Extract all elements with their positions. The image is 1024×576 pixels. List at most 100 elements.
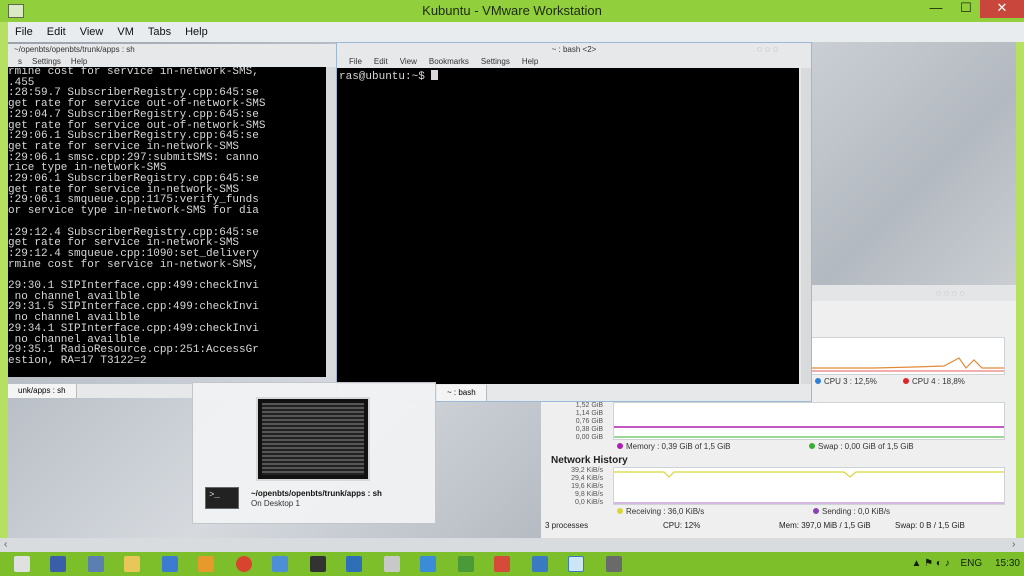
scroll-left-icon[interactable]: ‹: [4, 538, 7, 552]
terminal-line: or service type in-network-SMS for dia: [8, 205, 259, 218]
scroll-right-icon[interactable]: ›: [1012, 538, 1015, 552]
menu-help[interactable]: Help: [522, 57, 538, 66]
menu-settings[interactable]: Settings: [32, 57, 61, 66]
guest-desktop[interactable]: ◌ ◌ ◌ ◌ CPU 3 : 12,5% CPU 4 : 18,8% 1,52…: [8, 42, 1016, 538]
vmware-taskbar-icon[interactable]: [568, 556, 584, 572]
terminal-bash-window-buttons[interactable]: ◌ ◌ ◌: [757, 44, 778, 54]
terminal-line: rmine cost for service in-network-SMS,: [8, 258, 259, 271]
memory-graph: [613, 402, 1005, 440]
menu-tabs[interactable]: Tabs: [141, 22, 178, 42]
close-button[interactable]: ✕: [980, 0, 1024, 18]
tray-icons[interactable]: ▲ ⚑ ◐ ♪: [911, 558, 949, 569]
app-icon[interactable]: [310, 556, 326, 572]
clock[interactable]: 15:30: [995, 558, 1020, 569]
text-cursor: [431, 70, 439, 80]
window-thumbnail[interactable]: [256, 397, 370, 481]
terminal-openbts-title: ~/openbts/openbts/trunk/apps : sh: [8, 44, 336, 56]
app-icon[interactable]: [494, 556, 510, 572]
vmware-app-icon: [8, 4, 24, 18]
vmware-title: Kubuntu - VMware Workstation: [0, 0, 1024, 22]
mem-tick-3: 0,76 GiB: [575, 418, 603, 425]
receiving-label: Receiving : 36,0 KiB/s: [626, 507, 705, 516]
app-icon[interactable]: [532, 556, 548, 572]
folder-icon[interactable]: [124, 556, 140, 572]
receiving-swatch: [617, 508, 623, 514]
menu-help[interactable]: Help: [178, 22, 215, 42]
network-graph-lines: [614, 471, 1004, 504]
app-icon[interactable]: [272, 556, 288, 572]
app-icon[interactable]: [346, 556, 362, 572]
start-icon[interactable]: [14, 556, 30, 572]
menu-vm[interactable]: VM: [110, 22, 141, 42]
terminal-bash-title: ~ : bash <2>: [337, 43, 811, 56]
app-icon[interactable]: [50, 556, 66, 572]
receiving-legend: Receiving : 36,0 KiB/s: [617, 507, 704, 516]
net-tick-1: 39,2 KiB/s: [571, 467, 603, 474]
vmware-horizontal-scrollbar[interactable]: ‹ ›: [0, 538, 1024, 552]
menu-edit[interactable]: Edit: [40, 22, 73, 42]
app-icon[interactable]: [198, 556, 214, 572]
menu-item[interactable]: s: [18, 57, 22, 66]
menu-file[interactable]: File: [349, 57, 362, 66]
cpu4-label: CPU 4 : 18,8%: [912, 377, 965, 386]
cpu3-swatch: [815, 378, 821, 384]
terminal-bash-scrollbar[interactable]: [801, 68, 811, 384]
app-icon[interactable]: [384, 556, 400, 572]
memory-legend: Memory : 0,39 GiB of 1,5 GiB: [617, 442, 730, 451]
cpu3-label: CPU 3 : 12,5%: [824, 377, 877, 386]
mem-tick-1: 1,52 GiB: [575, 402, 603, 409]
app-icon[interactable]: [162, 556, 178, 572]
menu-bookmarks[interactable]: Bookmarks: [429, 57, 469, 66]
terminal-openbts-scrollbar[interactable]: [326, 67, 336, 377]
mem-tick-4: 0,38 GiB: [575, 426, 603, 433]
vmware-menubar: File Edit View VM Tabs Help: [8, 22, 1024, 42]
language-indicator[interactable]: ENG: [961, 558, 983, 569]
net-tick-4: 9,8 KiB/s: [574, 491, 603, 498]
maximize-button[interactable]: ☐: [952, 0, 980, 18]
terminal-bash-output[interactable]: ras@ubuntu:~$: [337, 68, 799, 384]
sending-legend: Sending : 0,0 KiB/s: [813, 507, 890, 516]
menu-view[interactable]: View: [73, 22, 111, 42]
mem-tick-5: 0,00 GiB: [575, 434, 603, 441]
sysmon-window-buttons[interactable]: ◌ ◌ ◌ ◌: [936, 288, 965, 298]
terminal-openbts-window[interactable]: ~/openbts/openbts/trunk/apps : sh s Setti…: [8, 44, 336, 400]
swap-swatch: [809, 443, 815, 449]
status-swap: Swap: 0 B / 1,5 GiB: [895, 521, 965, 530]
net-tick-3: 19,6 KiB/s: [571, 483, 603, 490]
terminal-icon: >_: [205, 487, 239, 509]
memory-label: Memory : 0,39 GiB of 1,5 GiB: [626, 442, 731, 451]
terminal-openbts-tab[interactable]: unk/apps : sh: [8, 384, 77, 398]
menu-help[interactable]: Help: [71, 57, 87, 66]
menu-file[interactable]: File: [8, 22, 40, 42]
terminal-line: estion, RA=17 T3122=2: [8, 354, 147, 367]
app-icon[interactable]: [606, 556, 622, 572]
status-cpu: CPU: 12%: [663, 521, 701, 530]
cpu3-legend: CPU 3 : 12,5%: [815, 377, 877, 386]
net-tick-2: 29,4 KiB/s: [571, 475, 603, 482]
terminal-bash-tab[interactable]: ~ : bash: [437, 385, 487, 401]
terminal-bash-menubar: File Edit View Bookmarks Settings Help: [337, 56, 811, 68]
system-tray: ▲ ⚑ ◐ ♪ ENG 15:30: [911, 552, 1020, 576]
app-icon[interactable]: [420, 556, 436, 572]
menu-settings[interactable]: Settings: [481, 57, 510, 66]
network-graph: [613, 467, 1005, 505]
status-processes: 3 processes: [545, 521, 589, 530]
terminal-bash-window[interactable]: ~ : bash <2> ◌ ◌ ◌ File Edit View Bookmarks…: [336, 42, 812, 402]
swap-label: Swap : 0,00 GiB of 1,5 GiB: [818, 442, 914, 451]
memory-graph-lines: [614, 426, 1004, 438]
app-icon[interactable]: [88, 556, 104, 572]
minimize-button[interactable]: —: [922, 0, 950, 18]
shell-prompt: ras@ubuntu:~$: [339, 71, 432, 83]
thumbnail-preview: [262, 403, 364, 475]
terminal-openbts-menubar: s Settings Help: [8, 56, 336, 67]
terminal-openbts-output[interactable]: rmine cost for service in-network-SMS, .4…: [8, 67, 326, 377]
terminal-line: :29:04.7 SubscriberRegistry.cpp:645:se: [8, 108, 259, 121]
app-icon[interactable]: [458, 556, 474, 572]
sending-label: Sending : 0,0 KiB/s: [822, 507, 891, 516]
status-memory: Mem: 397,0 MiB / 1,5 GiB: [779, 521, 871, 530]
menu-edit[interactable]: Edit: [374, 57, 388, 66]
menu-view[interactable]: View: [400, 57, 417, 66]
switcher-window-title: ~/openbts/openbts/trunk/apps : sh: [251, 489, 382, 498]
net-tick-5: 0,0 KiB/s: [574, 499, 603, 506]
chrome-icon[interactable]: [236, 556, 252, 572]
